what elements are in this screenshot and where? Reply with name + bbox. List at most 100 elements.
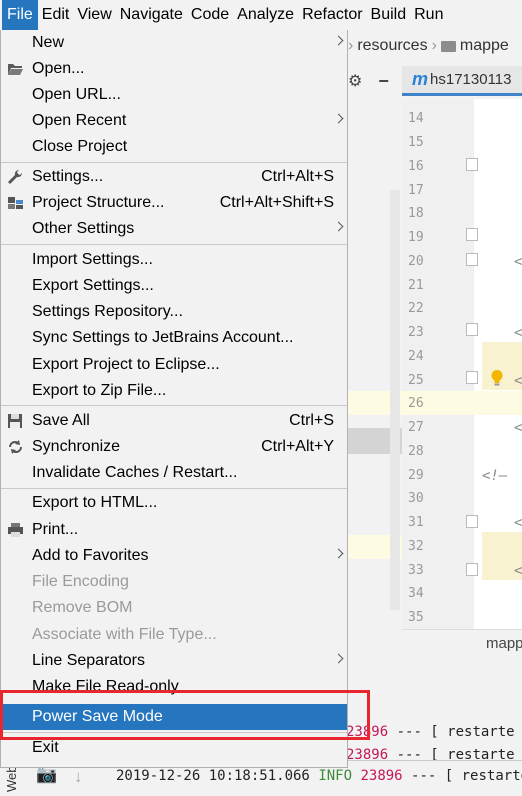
menu-item-new[interactable]: New — [1, 30, 347, 56]
lightbulb-icon[interactable] — [490, 369, 504, 387]
menu-item-import-settings[interactable]: Import Settings... — [1, 247, 347, 273]
code-fragment: < — [514, 325, 522, 341]
line-number: 25 — [408, 373, 424, 388]
menu-item-export-html[interactable]: Export to HTML... — [1, 490, 347, 516]
line-number: 23 — [408, 325, 424, 340]
chevron-right-icon — [333, 221, 344, 232]
menu-item-line-separators[interactable]: Line Separators — [1, 648, 347, 674]
mybatis-file-icon: m — [412, 69, 429, 89]
breadcrumb: › resources › mappe — [346, 32, 522, 60]
code-fragment: < — [514, 254, 522, 270]
line-number: 15 — [408, 135, 424, 150]
fold-marker-icon[interactable] — [466, 158, 478, 171]
shortcut-label: Ctrl+S — [289, 412, 334, 429]
sync-icon — [9, 440, 22, 454]
menu-file[interactable]: File — [2, 0, 38, 30]
line-number: 22 — [408, 301, 424, 316]
chevron-right-icon: › — [431, 37, 437, 54]
code-fragment: < — [514, 373, 522, 389]
line-number: 18 — [408, 206, 424, 221]
line-number: 30 — [408, 491, 424, 506]
menu-item-save-all[interactable]: Save All Ctrl+S — [1, 408, 347, 434]
line-number: 26 — [408, 396, 424, 411]
menu-refactor[interactable]: Refactor — [298, 0, 366, 30]
menu-view[interactable]: View — [73, 0, 115, 30]
menu-separator — [1, 162, 347, 163]
menu-item-open[interactable]: Open... — [1, 56, 347, 82]
line-number: 14 — [408, 111, 424, 126]
menu-item-settings-repository[interactable]: Settings Repository... — [1, 299, 347, 325]
fold-marker-icon[interactable] — [466, 515, 478, 528]
menu-item-open-recent[interactable]: Open Recent — [1, 108, 347, 134]
caret-line-highlight — [346, 391, 522, 415]
breadcrumb-item-resources[interactable]: resources — [357, 37, 427, 55]
menu-item-file-encoding: File Encoding — [32, 573, 129, 590]
menu-item-remove-bom: Remove BOM — [32, 599, 133, 616]
shortcut-label: Ctrl+Alt+Y — [261, 438, 334, 455]
chevron-right-icon — [333, 653, 344, 664]
gear-icon[interactable]: ⚙ — [348, 71, 362, 91]
menu-bar: File Edit View Navigate Code Analyze Ref… — [0, 0, 522, 30]
menu-item-associate-file-type: Associate with File Type... — [32, 626, 217, 643]
code-fragment: < — [514, 420, 522, 436]
menu-code[interactable]: Code — [187, 0, 233, 30]
editor-toolstrip: ⚙ − — [346, 66, 402, 96]
menu-item-sync-settings[interactable]: Sync Settings to JetBrains Account... — [1, 325, 347, 351]
menu-separator — [1, 488, 347, 489]
fold-marker-icon[interactable] — [466, 253, 478, 266]
project-structure-icon — [8, 197, 23, 209]
line-number: 35 — [408, 610, 424, 625]
folder-open-icon — [8, 64, 23, 75]
menu-item-add-to-favorites[interactable]: Add to Favorites — [1, 543, 347, 569]
mapper-tab[interactable]: mapp — [402, 629, 522, 657]
minimize-icon[interactable]: − — [378, 71, 389, 92]
code-fragment: < — [514, 563, 522, 579]
chevron-right-icon — [333, 548, 344, 559]
line-number: 33 — [408, 563, 424, 578]
line-number: 34 — [408, 586, 424, 601]
menu-item-project-structure[interactable]: Project Structure... Ctrl+Alt+Shift+S — [1, 190, 347, 216]
line-number: 32 — [408, 539, 424, 554]
menu-item-settings[interactable]: Settings... Ctrl+Alt+S — [1, 164, 347, 190]
menu-item-synchronize[interactable]: Synchronize Ctrl+Alt+Y — [1, 434, 347, 460]
menu-separator — [1, 405, 347, 406]
menu-edit[interactable]: Edit — [38, 0, 74, 30]
menu-item-print[interactable]: Print... — [1, 517, 347, 543]
console-pid: 23896 — [360, 768, 403, 784]
annotation-highlight-box — [0, 690, 370, 740]
folder-icon — [440, 40, 456, 52]
log-level: INFO — [318, 768, 353, 784]
line-number: 21 — [408, 278, 424, 293]
log-timestamp: 2019-12-26 10:18:51.066 — [116, 768, 310, 784]
menu-run[interactable]: Run — [410, 0, 447, 30]
menu-item-export-eclipse[interactable]: Export Project to Eclipse... — [1, 352, 347, 378]
fold-marker-icon[interactable] — [466, 371, 478, 384]
line-number: 16 — [408, 159, 424, 174]
editor-file-tab[interactable]: m hs17130113 — [402, 66, 522, 96]
camera-icon[interactable]: 📷 — [36, 765, 57, 785]
fold-marker-icon[interactable] — [466, 228, 478, 241]
printer-icon — [8, 523, 23, 537]
menu-build[interactable]: Build — [367, 0, 411, 30]
shortcut-label: Ctrl+Alt+S — [261, 168, 334, 185]
fold-marker-icon[interactable] — [466, 563, 478, 576]
breadcrumb-item-mapper[interactable]: mappe — [460, 37, 509, 55]
menu-analyze[interactable]: Analyze — [233, 0, 298, 30]
line-number: 31 — [408, 515, 424, 530]
scrollbar[interactable] — [390, 190, 400, 610]
menu-item-invalidate-caches[interactable]: Invalidate Caches / Restart... — [1, 460, 347, 486]
menu-item-other-settings[interactable]: Other Settings — [1, 216, 347, 242]
line-number: 17 — [408, 183, 424, 198]
fold-marker-icon[interactable] — [466, 323, 478, 336]
menu-item-export-settings[interactable]: Export Settings... — [1, 273, 347, 299]
shortcut-label: Ctrl+Alt+Shift+S — [219, 194, 334, 211]
line-number: 29 — [408, 468, 424, 483]
save-icon — [8, 414, 22, 428]
console-bottom-line: 2019-12-26 10:18:51.066 INFO 23896 --- [… — [116, 768, 522, 784]
arrow-down-icon[interactable]: ↓ — [74, 767, 83, 787]
menu-item-close-project[interactable]: Close Project — [1, 134, 347, 160]
menu-item-export-zip[interactable]: Export to Zip File... — [1, 378, 347, 404]
menu-item-open-url[interactable]: Open URL... — [1, 82, 347, 108]
menu-navigate[interactable]: Navigate — [116, 0, 187, 30]
wrench-icon — [8, 169, 23, 184]
